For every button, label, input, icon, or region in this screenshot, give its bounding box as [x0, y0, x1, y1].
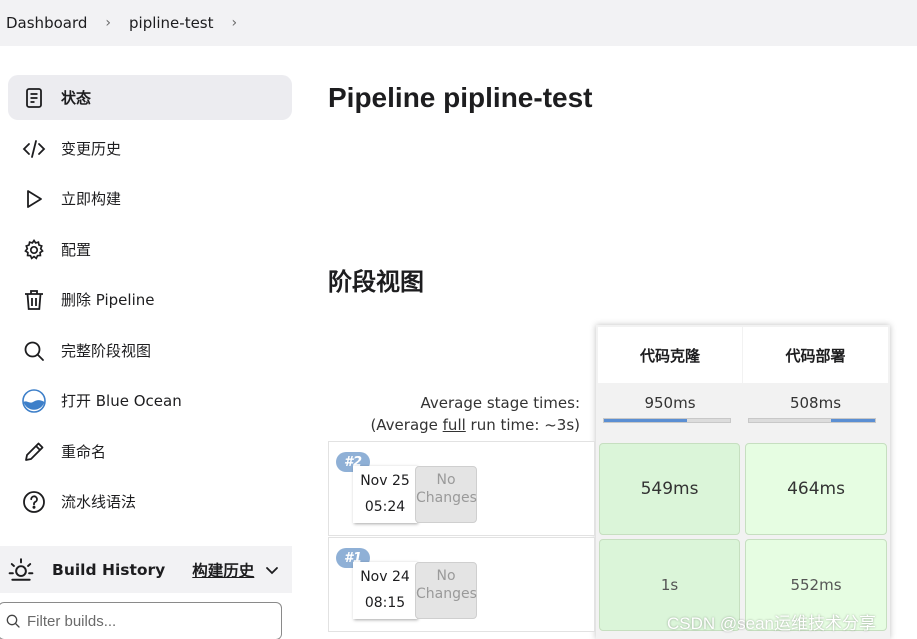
sidebar-item-label: 重命名	[61, 443, 107, 461]
avg-time-value: 950ms	[644, 394, 696, 412]
watermark: CSDN @sean运维技术分享	[667, 614, 877, 633]
changes-box[interactable]: No Changes	[415, 466, 477, 523]
sidebar-item-label: 立即构建	[61, 190, 122, 208]
avg-time-deploy: 508ms	[743, 384, 888, 440]
stage-cell[interactable]: 549ms	[599, 443, 740, 535]
trash-icon	[21, 287, 47, 313]
filter-builds-field[interactable]	[0, 602, 282, 639]
sidebar-item-label: 完整阶段视图	[61, 342, 152, 360]
sidebar-item-label: 变更历史	[61, 140, 122, 158]
chevron-right-icon[interactable]: ›	[232, 15, 238, 31]
sidebar-item-pipeline-syntax[interactable]: 流水线语法	[8, 479, 292, 524]
average-stage-times-label: Average stage times: (Average full run t…	[370, 394, 580, 434]
avg-time-bar-fill	[604, 419, 688, 422]
sidebar-item-label: 打开 Blue Ocean	[61, 392, 182, 410]
stage-view-title: 阶段视图	[328, 268, 424, 296]
sidebar-item-configure[interactable]: 配置	[8, 227, 292, 272]
breadcrumb-dashboard[interactable]: Dashboard	[6, 14, 87, 32]
build-history-header: Build History 构建历史	[0, 546, 292, 593]
sidebar-item-changes[interactable]: 变更历史	[8, 126, 292, 171]
avg-time-bar-fill	[830, 419, 875, 422]
avg-time-clone: 950ms	[598, 384, 742, 440]
breadcrumb: Dashboard › pipline-test ›	[0, 0, 917, 46]
play-icon	[21, 186, 47, 212]
blue-ocean-icon	[21, 388, 47, 414]
changes-box[interactable]: No Changes	[415, 562, 477, 619]
document-icon	[21, 85, 47, 111]
build-row[interactable]: #1 Nov 24 08:15 No Changes	[328, 537, 595, 632]
stage-cell[interactable]: 464ms	[745, 443, 887, 535]
sidebar-item-delete-pipeline[interactable]: 删除 Pipeline	[8, 277, 292, 322]
sidebar-item-label: 删除 Pipeline	[61, 291, 155, 309]
sun-icon	[8, 557, 34, 581]
build-row[interactable]: #2 Nov 25 05:24 No Changes	[328, 441, 595, 536]
gear-icon	[21, 237, 47, 263]
pencil-icon	[21, 439, 47, 465]
avg-time-bar	[603, 418, 731, 423]
sidebar-item-label: 流水线语法	[61, 493, 137, 511]
sidebar-item-label: 状态	[61, 89, 92, 107]
sidebar-item-rename[interactable]: 重命名	[8, 429, 292, 474]
avg-time-bar	[748, 418, 876, 423]
stage-header-deploy: 代码部署	[743, 327, 888, 383]
build-history-label: Build History	[52, 560, 166, 579]
help-icon	[21, 489, 47, 515]
sidebar-item-blue-ocean[interactable]: 打开 Blue Ocean	[8, 378, 292, 423]
breadcrumb-pipeline[interactable]: pipline-test	[129, 14, 214, 32]
page-title: Pipeline pipline-test	[328, 82, 593, 113]
full-run-link[interactable]: full	[443, 416, 466, 434]
build-date: Nov 25 05:24	[353, 466, 417, 523]
code-icon	[21, 136, 47, 162]
chevron-right-icon[interactable]: ›	[105, 15, 111, 31]
build-history-link[interactable]: 构建历史	[192, 559, 254, 581]
build-date: Nov 24 08:15	[353, 562, 417, 619]
search-icon	[21, 338, 47, 364]
sidebar-item-build-now[interactable]: 立即构建	[8, 176, 292, 221]
filter-builds-input[interactable]	[27, 612, 267, 630]
sidebar-item-label: 配置	[61, 241, 92, 259]
search-icon	[6, 614, 20, 628]
avg-time-value: 508ms	[789, 394, 842, 412]
chevron-down-icon[interactable]	[264, 562, 280, 578]
sidebar-item-full-stage-view[interactable]: 完整阶段视图	[8, 328, 292, 373]
stage-header-clone: 代码克隆	[598, 327, 742, 383]
sidebar-item-status[interactable]: 状态	[8, 75, 292, 120]
